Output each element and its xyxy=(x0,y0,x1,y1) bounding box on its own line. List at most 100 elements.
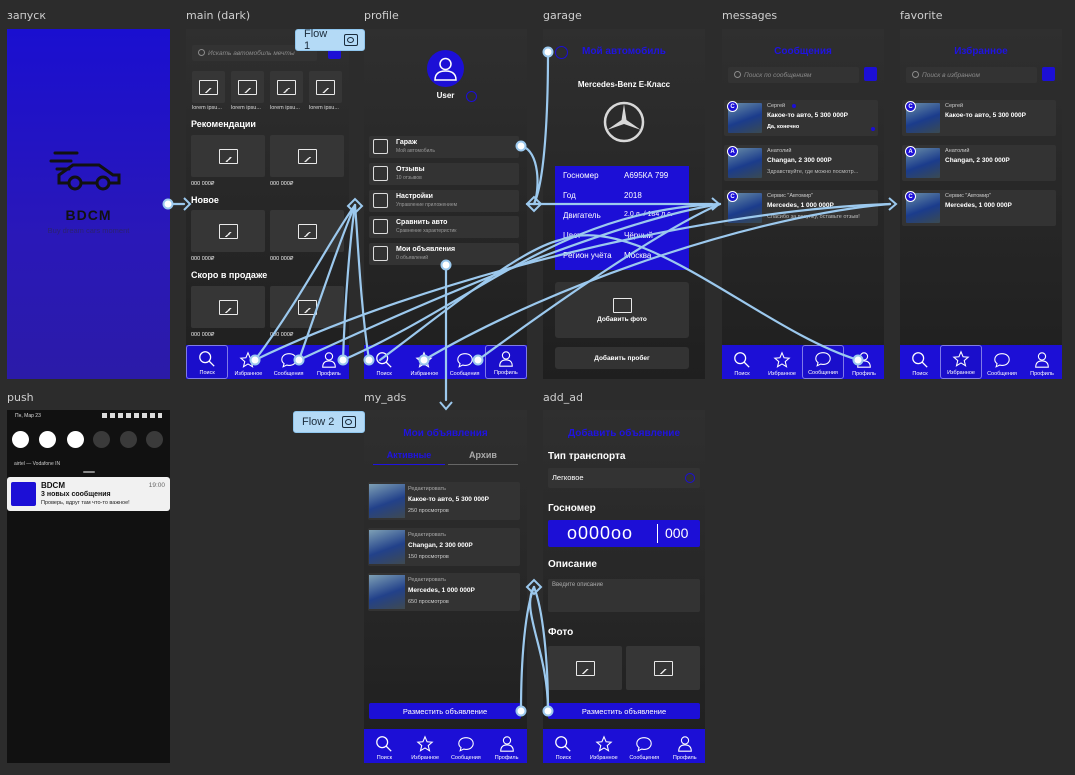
tab-messages[interactable]: Сообщения xyxy=(269,345,309,379)
filter-icon[interactable] xyxy=(1042,67,1055,81)
story-thumb[interactable] xyxy=(231,71,264,103)
user-icon xyxy=(677,736,692,752)
tab-profile[interactable]: Профиль xyxy=(844,345,884,379)
wrench-icon xyxy=(373,193,388,208)
photo-upload-slot[interactable] xyxy=(548,646,622,690)
push-screen: Пн, Мар 23 airtel — Vodafone IN BDCM 19:… xyxy=(7,410,170,763)
menu-compare[interactable]: Сравнить авто Сравнение характеристик xyxy=(369,216,519,238)
car-photo xyxy=(369,484,405,518)
add-mileage-button[interactable]: Добавить пробег xyxy=(555,347,689,369)
filter-icon[interactable] xyxy=(864,67,877,81)
tab-search[interactable]: Поиск xyxy=(543,729,584,763)
photo-upload-slot[interactable] xyxy=(626,646,700,690)
story-caption: lorem ipsu... xyxy=(309,105,339,111)
add-photo-button[interactable]: Добавить фото xyxy=(555,282,689,338)
tab-search[interactable]: Поиск xyxy=(364,729,405,763)
favorite-search-input[interactable]: Поиск в избранном xyxy=(906,67,1037,83)
tab-archive[interactable]: Архив xyxy=(448,450,518,465)
edit-link[interactable]: Редактировать xyxy=(408,577,446,583)
quick-toggle-data[interactable] xyxy=(39,431,56,448)
tab-profile[interactable]: Профиль xyxy=(309,345,349,379)
favorite-item[interactable]: С Сергей Какое-то авто, 5 300 000Р xyxy=(902,100,1056,136)
tab-profile[interactable]: Профиль xyxy=(484,345,527,379)
tab-search[interactable]: Поиск xyxy=(186,345,229,379)
car-card-image[interactable] xyxy=(191,135,265,177)
vehicle-type-select[interactable]: Легковое xyxy=(548,468,700,488)
app-slogan: Buy dream cars moment xyxy=(47,226,130,235)
tab-search[interactable]: Поиск xyxy=(722,345,762,379)
tab-favorites[interactable]: Избранное xyxy=(762,345,802,379)
tab-active-ads[interactable]: Активные xyxy=(373,450,445,465)
conversation-item[interactable]: А Анатолий Changan, 2 300 000Р Здравству… xyxy=(724,145,878,181)
conversation-item[interactable]: С Сергей Какое-то авто, 5 300 000Р Да, к… xyxy=(724,100,878,136)
messages-search-input[interactable]: Поиск по сообщениям xyxy=(728,67,859,83)
edit-icon[interactable] xyxy=(466,91,477,102)
quick-toggle-battery[interactable] xyxy=(146,431,163,448)
description-label: Описание xyxy=(548,559,597,570)
car-card-image[interactable] xyxy=(270,286,344,328)
tab-profile[interactable]: Профиль xyxy=(665,729,706,763)
tab-messages[interactable]: Сообщения xyxy=(445,345,485,379)
menu-garage[interactable]: Гараж Мой автомобиль xyxy=(369,136,519,158)
menu-my-ads[interactable]: Мои объявления 0 объявлений xyxy=(369,243,519,265)
unread-dot xyxy=(871,127,875,131)
favorite-item[interactable]: А Анатолий Changan, 2 300 000Р xyxy=(902,145,1056,181)
mercedes-logo-icon xyxy=(603,101,645,143)
post-ad-button[interactable]: Разместить объявление xyxy=(369,703,521,719)
edit-link[interactable]: Редактировать xyxy=(408,532,446,538)
tab-search[interactable]: Поиск xyxy=(364,345,404,379)
story-thumb[interactable] xyxy=(309,71,342,103)
tab-profile[interactable]: Профиль xyxy=(486,729,527,763)
spec-value: 2018 xyxy=(624,191,642,200)
menu-reviews[interactable]: Отзывы 10 отзывов xyxy=(369,163,519,185)
chat-icon xyxy=(815,352,831,367)
back-icon[interactable] xyxy=(555,46,568,59)
chat-icon xyxy=(456,353,473,368)
edit-link[interactable]: Редактировать xyxy=(408,486,446,492)
description-input[interactable]: Введите описание xyxy=(548,579,700,612)
tab-favorites[interactable]: Избранное xyxy=(940,345,982,379)
post-ad-button[interactable]: Разместить объявление xyxy=(548,703,700,719)
car-card-image[interactable] xyxy=(270,210,344,252)
tab-messages[interactable]: Сообщения xyxy=(982,345,1022,379)
ad-item[interactable]: Редактировать Mercedes, 1 000 000Р 650 про… xyxy=(368,573,520,611)
menu-settings[interactable]: Настройки Управление приложением xyxy=(369,190,519,212)
drag-handle[interactable] xyxy=(83,471,95,473)
flow-2-tag[interactable]: Flow 2 xyxy=(293,411,365,433)
tab-messages[interactable]: Сообщения xyxy=(624,729,665,763)
story-thumb[interactable] xyxy=(192,71,225,103)
notification-card[interactable]: BDCM 19:00 3 новых сообщения Проверь, вд… xyxy=(7,477,170,511)
flow-1-tag[interactable]: Flow 1 xyxy=(295,28,365,52)
quick-toggle-flashlight[interactable] xyxy=(93,431,110,448)
quick-toggle-bluetooth[interactable] xyxy=(67,431,84,448)
ad-item[interactable]: Редактировать Changan, 2 300 000Р 150 прос… xyxy=(368,528,520,566)
quick-toggle-wifi[interactable] xyxy=(12,431,29,448)
billboard-icon xyxy=(373,246,388,261)
conversation-item[interactable]: С Сервис "Автомир" Mercedes, 1 000 000Р … xyxy=(724,190,878,226)
car-card-image[interactable] xyxy=(191,286,265,328)
tab-favorites[interactable]: Избранное xyxy=(228,345,268,379)
ad-item[interactable]: Редактировать Какое-то авто, 5 300 000Р 25… xyxy=(368,482,520,520)
tab-favorites[interactable]: Избранное xyxy=(405,729,446,763)
favorite-item[interactable]: С Сервис "Автомир" Mercedes, 1 000 000Р xyxy=(902,190,1056,226)
car-name: Mercedes-Benz E-Класс xyxy=(577,80,671,89)
notification-title: 3 новых сообщения xyxy=(41,491,111,498)
tab-messages[interactable]: Сообщения xyxy=(802,345,844,379)
tab-profile[interactable]: Профиль xyxy=(1022,345,1062,379)
avatar[interactable] xyxy=(427,50,464,87)
star-icon xyxy=(416,735,434,752)
tab-messages[interactable]: Сообщения xyxy=(446,729,487,763)
tab-favorites[interactable]: Избранное xyxy=(584,729,625,763)
spec-value: Чёрный xyxy=(624,231,653,240)
car-card-image[interactable] xyxy=(191,210,265,252)
avatar-badge: С xyxy=(905,191,916,202)
car-card-image[interactable] xyxy=(270,135,344,177)
tab-favorites[interactable]: Избранное xyxy=(404,345,444,379)
quick-toggle-rotate[interactable] xyxy=(120,431,137,448)
tab-bar: Поиск Избранное Сообщения Профиль xyxy=(186,345,349,379)
car-price: 000 000₽ xyxy=(270,181,294,187)
story-thumb[interactable] xyxy=(270,71,303,103)
plate-input[interactable]: о000оо 000 xyxy=(548,520,700,547)
unread-dot xyxy=(792,104,796,108)
tab-search[interactable]: Поиск xyxy=(900,345,940,379)
